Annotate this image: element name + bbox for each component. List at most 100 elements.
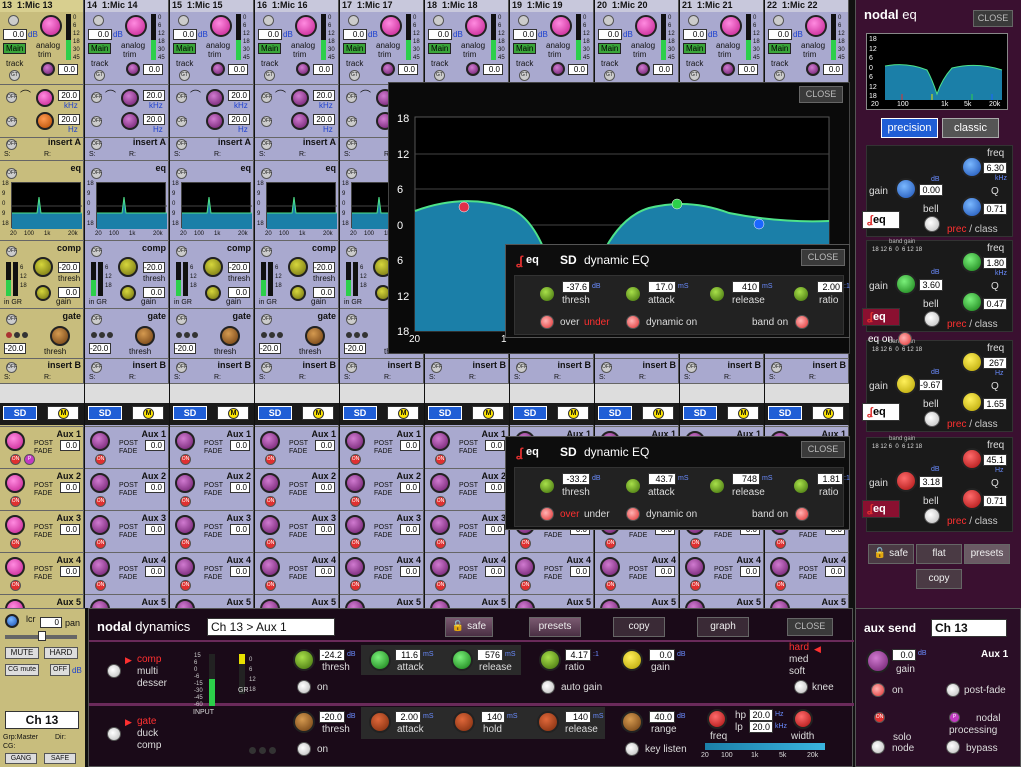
aux-on-button[interactable]: ON (605, 538, 616, 549)
m-button[interactable]: M (217, 406, 249, 420)
trim-knob[interactable] (466, 62, 480, 76)
insert-b-off-button[interactable]: OFF (771, 362, 782, 373)
sd-button[interactable]: SD (428, 406, 462, 420)
dyn-eq-over-under-toggle[interactable] (540, 507, 554, 521)
eq-band-badge[interactable]: ʆeq (862, 211, 900, 229)
band-gain-knob[interactable] (895, 178, 917, 200)
dyn-eq-close-button[interactable]: CLOSE (801, 441, 845, 458)
aux-on-button[interactable]: ON (690, 538, 701, 549)
main-button[interactable]: Main (598, 43, 622, 54)
insert-b-off-button[interactable]: OFF (431, 362, 442, 373)
gt-button[interactable]: GT (349, 70, 360, 81)
dyn-eq-attack-knob[interactable] (624, 285, 642, 303)
aux-send-knob[interactable] (260, 557, 280, 577)
aux-send-knob[interactable] (5, 557, 25, 577)
aux-on-button[interactable]: ON (10, 538, 21, 549)
comp-thresh-value[interactable]: -20.0 (228, 262, 250, 273)
band-freq-knob[interactable] (961, 351, 983, 373)
sd-button[interactable]: SD (768, 406, 802, 420)
eq-thumbnail[interactable] (96, 182, 167, 229)
trim-knob[interactable] (551, 62, 565, 76)
hpf-freq-value[interactable]: 20.0 (58, 90, 80, 101)
main-button[interactable]: Main (258, 43, 282, 54)
gate-thresh-knob[interactable] (293, 711, 315, 733)
aux-send-value[interactable]: 0.0 (145, 440, 165, 451)
aux-on-button[interactable]: ON (95, 496, 106, 507)
comp-on-radio[interactable] (297, 680, 311, 694)
aux-on-button[interactable]: ON (775, 538, 786, 549)
band-q-knob[interactable] (961, 391, 983, 413)
trim-knob[interactable] (296, 62, 310, 76)
knee-radio[interactable] (794, 680, 808, 694)
trim-value[interactable]: 0.0 (738, 64, 758, 75)
band-gain-value[interactable]: 0.00 (919, 184, 943, 196)
aux-send-value[interactable]: 0.0 (740, 566, 760, 577)
comp-attack-value[interactable]: 11.6 (395, 649, 421, 661)
lpf-off-button[interactable]: OFF (176, 116, 187, 127)
band-freq-knob[interactable] (961, 448, 983, 470)
aux-send-value[interactable]: 0.0 (655, 566, 675, 577)
dynamics-graph-button[interactable]: graph (697, 617, 749, 637)
m-button[interactable]: M (812, 406, 844, 420)
aux-send-knob[interactable] (175, 431, 195, 451)
m-button[interactable]: M (557, 406, 589, 420)
aux-send-post-fade-radio[interactable] (946, 683, 960, 697)
channel-header[interactable]: 19 1:Mic 19 (510, 0, 593, 12)
gate-thresh-knob[interactable] (305, 326, 325, 346)
comp-gain-value[interactable]: 0.0 (649, 649, 675, 661)
comp-ratio-knob[interactable] (539, 649, 561, 671)
channel-header[interactable]: 18 1:Mic 18 (425, 0, 508, 12)
cg-mute-button[interactable]: CG mute (5, 664, 39, 676)
aux-send-knob[interactable] (600, 557, 620, 577)
channel-header[interactable]: 17 1:Mic 17 (340, 0, 423, 12)
hpf-off-button[interactable]: OFF (91, 92, 102, 103)
aux-send-knob[interactable] (345, 473, 365, 493)
aux-send-value[interactable]: 0.0 (485, 440, 505, 451)
eq-off-button[interactable]: OFF (261, 168, 272, 179)
gt-button[interactable]: GT (774, 70, 785, 81)
trim-value[interactable]: 0.0 (483, 64, 503, 75)
aux-send-value[interactable]: 0.0 (400, 482, 420, 493)
insert-b-off-button[interactable]: OFF (176, 362, 187, 373)
pan-value[interactable]: 0 (40, 617, 62, 628)
aux-send-knob[interactable] (5, 515, 25, 535)
trim-value[interactable]: 0.0 (398, 64, 418, 75)
band-shape-radio[interactable] (924, 411, 940, 427)
solo-node-radio[interactable] (871, 740, 885, 754)
sd-button[interactable]: SD (3, 406, 37, 420)
dynamics-copy-button[interactable]: copy (613, 617, 665, 637)
mute-button[interactable]: MUTE (5, 647, 39, 659)
channel-header[interactable]: 16 1:Mic 16 (255, 0, 338, 12)
band-shape-radio[interactable] (924, 508, 940, 524)
lpf-freq-value[interactable]: 20.0 (228, 114, 250, 125)
trim-value[interactable]: 0.0 (313, 64, 333, 75)
nodal-eq-copy-button[interactable]: copy (916, 569, 962, 589)
insert-b-off-button[interactable]: OFF (686, 362, 697, 373)
sd-button[interactable]: SD (343, 406, 377, 420)
hpf-freq-value[interactable]: 20.0 (228, 90, 250, 101)
comp-thresh-knob[interactable] (203, 257, 223, 277)
aux-on-button[interactable]: ON (350, 454, 361, 465)
dyn-eq-release-knob[interactable] (708, 285, 726, 303)
gate-off-button[interactable]: OFF (6, 314, 17, 325)
comp-thresh-value[interactable]: -20.0 (313, 262, 335, 273)
comp-attack-knob[interactable] (369, 649, 391, 671)
insert-a-off-button[interactable]: OFF (261, 139, 272, 150)
aux-on-button[interactable]: ON (10, 580, 21, 591)
band-q-knob[interactable] (961, 488, 983, 510)
dyn-eq-attack-value[interactable]: 17.0 (648, 281, 676, 293)
aux-on-button[interactable]: ON (95, 454, 106, 465)
band-gain-value[interactable]: 3.60 (919, 279, 943, 291)
aux-send-value[interactable]: 0.0 (230, 440, 250, 451)
eq-on-radio[interactable] (898, 332, 912, 346)
dyn-eq-attack-knob[interactable] (624, 477, 642, 495)
nodal-eq-close-button[interactable]: CLOSE (973, 10, 1013, 27)
dynamics-target-field[interactable]: Ch 13 > Aux 1 (207, 618, 335, 636)
hpf-knob[interactable] (36, 89, 54, 107)
band-q-knob[interactable] (961, 291, 983, 313)
aux-send-knob[interactable] (175, 557, 195, 577)
aux-on-button[interactable]: ON (265, 496, 276, 507)
gt-button[interactable]: GT (179, 70, 190, 81)
aux-send-gain-value[interactable]: 0.0 (892, 649, 916, 661)
insert-a-off-button[interactable]: OFF (346, 139, 357, 150)
